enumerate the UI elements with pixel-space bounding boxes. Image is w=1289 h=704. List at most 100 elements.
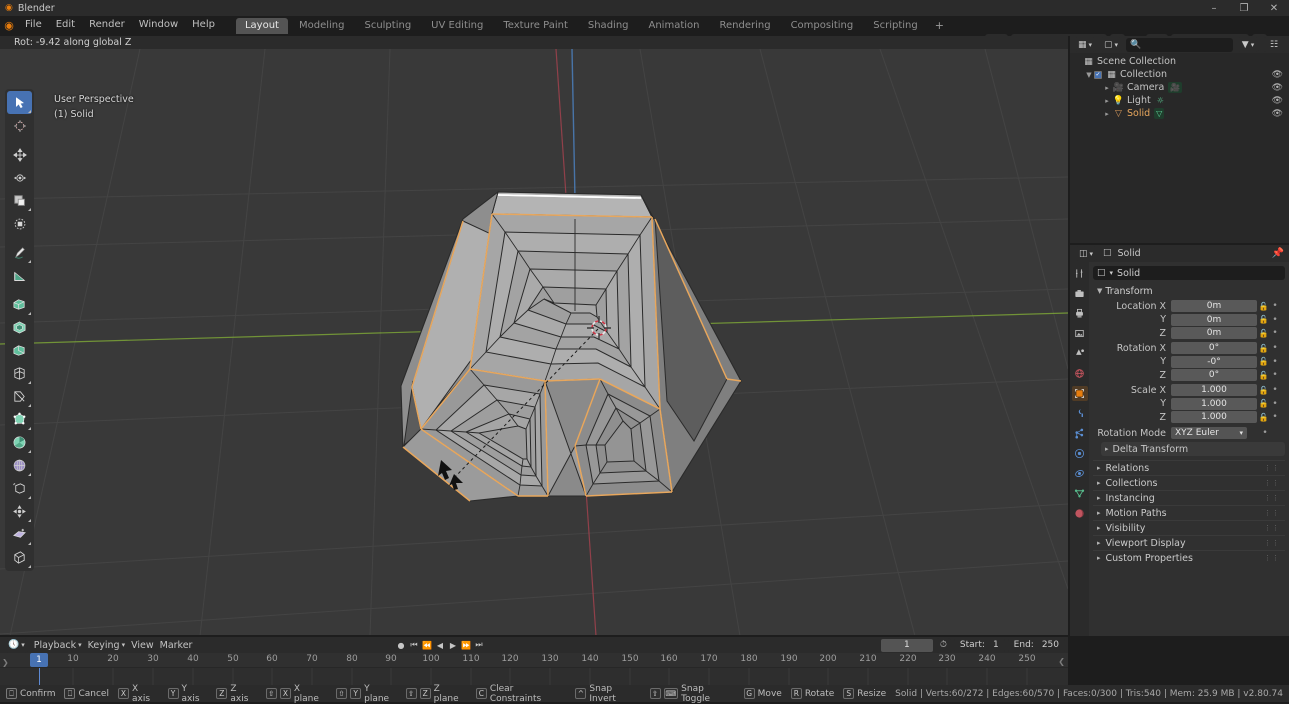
menu-playback[interactable]: Playback ▾ xyxy=(34,640,82,651)
spin-tool[interactable] xyxy=(7,431,32,454)
rotation-mode-select[interactable]: XYZ Euler ▾ xyxy=(1171,427,1247,439)
animate-dot-icon[interactable]: • xyxy=(1270,412,1280,422)
properties-breadcrumb[interactable]: ☐ ▾ Solid xyxy=(1093,266,1285,280)
jump-to-prev-keyframe-button[interactable]: ⏪ xyxy=(421,638,433,652)
unlock-icon[interactable]: 🔓 xyxy=(1257,413,1270,422)
output-tab[interactable] xyxy=(1072,306,1088,321)
outliner-filter-icon[interactable]: ▼ ▾ xyxy=(1237,37,1259,52)
pin-icon[interactable]: 📌 xyxy=(1272,248,1284,259)
end-frame-value[interactable]: 250 xyxy=(1042,640,1059,650)
tool-tab[interactable] xyxy=(1072,266,1088,281)
panel-instancing[interactable]: ▸ Instancing ⋮⋮ xyxy=(1093,490,1285,505)
outliner-row-solid[interactable]: ▸ ▽ Solid ▽ 👁 xyxy=(1070,107,1289,120)
unlock-icon[interactable]: 🔓 xyxy=(1257,329,1270,338)
outliner-display-mode-icon[interactable]: ▦ ▾ xyxy=(1074,37,1096,52)
collection-checkbox[interactable]: ✓ xyxy=(1094,70,1102,79)
panel-motion-paths[interactable]: ▸ Motion Paths ⋮⋮ xyxy=(1093,505,1285,520)
record-button[interactable]: ● xyxy=(395,638,407,652)
unlock-icon[interactable]: 🔓 xyxy=(1257,371,1270,380)
menu-window[interactable]: Window xyxy=(132,16,185,34)
unlock-icon[interactable]: 🔓 xyxy=(1257,302,1270,311)
animate-dot-icon[interactable]: • xyxy=(1270,315,1280,325)
material-tab[interactable] xyxy=(1072,506,1088,521)
smooth-tool[interactable] xyxy=(7,454,32,477)
scene-tab[interactable] xyxy=(1072,346,1088,361)
stopwatch-icon[interactable]: ⏱ xyxy=(935,637,951,653)
rip-region-tool[interactable] xyxy=(7,500,32,523)
panel-collections[interactable]: ▸ Collections ⋮⋮ xyxy=(1093,475,1285,490)
menu-marker[interactable]: Marker xyxy=(160,640,193,651)
jump-to-start-button[interactable]: ⏮ xyxy=(408,638,420,652)
frame-range-box-end[interactable]: End: 250 xyxy=(1007,638,1065,652)
scale-z-input[interactable]: 1.000 xyxy=(1171,411,1257,423)
visibility-eye-icon[interactable]: 👁 xyxy=(1272,96,1283,106)
world-tab[interactable] xyxy=(1072,366,1088,381)
location-x-input[interactable]: 0m xyxy=(1171,300,1257,312)
animate-dot-icon[interactable]: • xyxy=(1270,385,1280,395)
jump-to-next-keyframe-button[interactable]: ⏩ xyxy=(460,638,472,652)
bevel-tool[interactable] xyxy=(7,339,32,362)
menu-file[interactable]: File xyxy=(18,16,49,34)
transform-tool[interactable] xyxy=(7,212,32,235)
jump-to-end-button[interactable]: ⏭ xyxy=(473,638,485,652)
unlock-icon[interactable]: 🔓 xyxy=(1257,344,1270,353)
play-button[interactable]: ▶ xyxy=(447,638,459,652)
object-tab[interactable] xyxy=(1071,386,1088,401)
editor-divider-vertical[interactable] xyxy=(1068,36,1070,685)
disclosure-triangle-icon[interactable]: ▸ xyxy=(1102,110,1112,118)
scale-x-input[interactable]: 1.000 xyxy=(1171,384,1257,396)
animate-dot-icon[interactable]: • xyxy=(1270,357,1280,367)
rotate-tool[interactable] xyxy=(7,166,32,189)
panel-viewport-display[interactable]: ▸ Viewport Display ⋮⋮ xyxy=(1093,535,1285,550)
loop-cut-tool[interactable] xyxy=(7,362,32,385)
frame-range-box[interactable]: Start: 1 xyxy=(953,638,1005,652)
transform-panel-header[interactable]: ▼ Transform xyxy=(1093,284,1285,298)
panel-relations[interactable]: ▸ Relations ⋮⋮ xyxy=(1093,460,1285,475)
inset-faces-tool[interactable] xyxy=(7,316,32,339)
outliner-new-collection-icon[interactable]: ☷ xyxy=(1263,37,1285,52)
outliner-filter-mode-icon[interactable]: ▢ ▾ xyxy=(1100,37,1122,52)
outliner-row-light[interactable]: ▸ 💡 Light ☼ 👁 xyxy=(1070,94,1289,107)
scale-tool[interactable] xyxy=(7,189,32,212)
menu-keying[interactable]: Keying ▾ xyxy=(88,640,125,651)
render-tab[interactable] xyxy=(1072,286,1088,301)
add-workspace-button[interactable]: + xyxy=(929,18,950,34)
panel-visibility[interactable]: ▸ Visibility ⋮⋮ xyxy=(1093,520,1285,535)
minimize-button[interactable]: – xyxy=(1199,0,1229,16)
particles-tab[interactable] xyxy=(1072,426,1088,441)
rotation-x-input[interactable]: 0° xyxy=(1171,342,1257,354)
animate-dot-icon[interactable]: • xyxy=(1270,343,1280,353)
unlock-icon[interactable]: 🔓 xyxy=(1257,315,1270,324)
tab-rendering[interactable]: Rendering xyxy=(710,18,779,34)
object-data-tab[interactable] xyxy=(1072,486,1088,501)
physics-tab[interactable] xyxy=(1072,446,1088,461)
menu-edit[interactable]: Edit xyxy=(49,16,82,34)
tab-shading[interactable]: Shading xyxy=(579,18,638,34)
modifiers-tab[interactable] xyxy=(1072,406,1088,421)
rotation-z-input[interactable]: 0° xyxy=(1171,369,1257,381)
disclosure-triangle-icon[interactable]: ▸ xyxy=(1102,97,1112,105)
menu-render[interactable]: Render xyxy=(82,16,132,34)
tab-animation[interactable]: Animation xyxy=(640,18,709,34)
start-frame-value[interactable]: 1 xyxy=(993,640,999,650)
timeline-expand-arrow-icon[interactable]: ❯ xyxy=(2,658,9,667)
shear-tool[interactable] xyxy=(7,477,32,500)
outliner-row-collection[interactable]: ▼ ✓ ▦ Collection 👁 xyxy=(1070,68,1289,81)
timeline-editor[interactable]: 🕔 ▾ Playback ▾ Keying ▾ View Marker ● ⏮ ⏪ ◀… xyxy=(0,637,1068,686)
mesh-data-icon[interactable]: ▽ xyxy=(1154,108,1165,119)
playhead-indicator[interactable]: 1 xyxy=(30,653,48,667)
timeline-ruler[interactable]: 1 10 20 30 40 50 60 70 80 90 100 110 120… xyxy=(0,653,1068,667)
viewport-3d[interactable]: Rot: -9.42 along global Z User Perspecti… xyxy=(0,36,1068,636)
extrude-region-tool[interactable] xyxy=(7,293,32,316)
cursor-tool[interactable] xyxy=(7,114,32,137)
tab-sculpting[interactable]: Sculpting xyxy=(355,18,420,34)
tab-scripting[interactable]: Scripting xyxy=(864,18,926,34)
camera-data-icon[interactable]: 🎥 xyxy=(1168,82,1183,93)
scale-y-input[interactable]: 1.000 xyxy=(1171,397,1257,410)
current-frame-input[interactable]: 1 xyxy=(880,638,933,652)
unlock-icon[interactable]: 🔓 xyxy=(1257,357,1270,366)
location-y-input[interactable]: 0m xyxy=(1171,313,1257,326)
tab-compositing[interactable]: Compositing xyxy=(782,18,863,34)
move-tool[interactable] xyxy=(7,143,32,166)
animate-dot-icon[interactable]: • xyxy=(1260,428,1270,438)
